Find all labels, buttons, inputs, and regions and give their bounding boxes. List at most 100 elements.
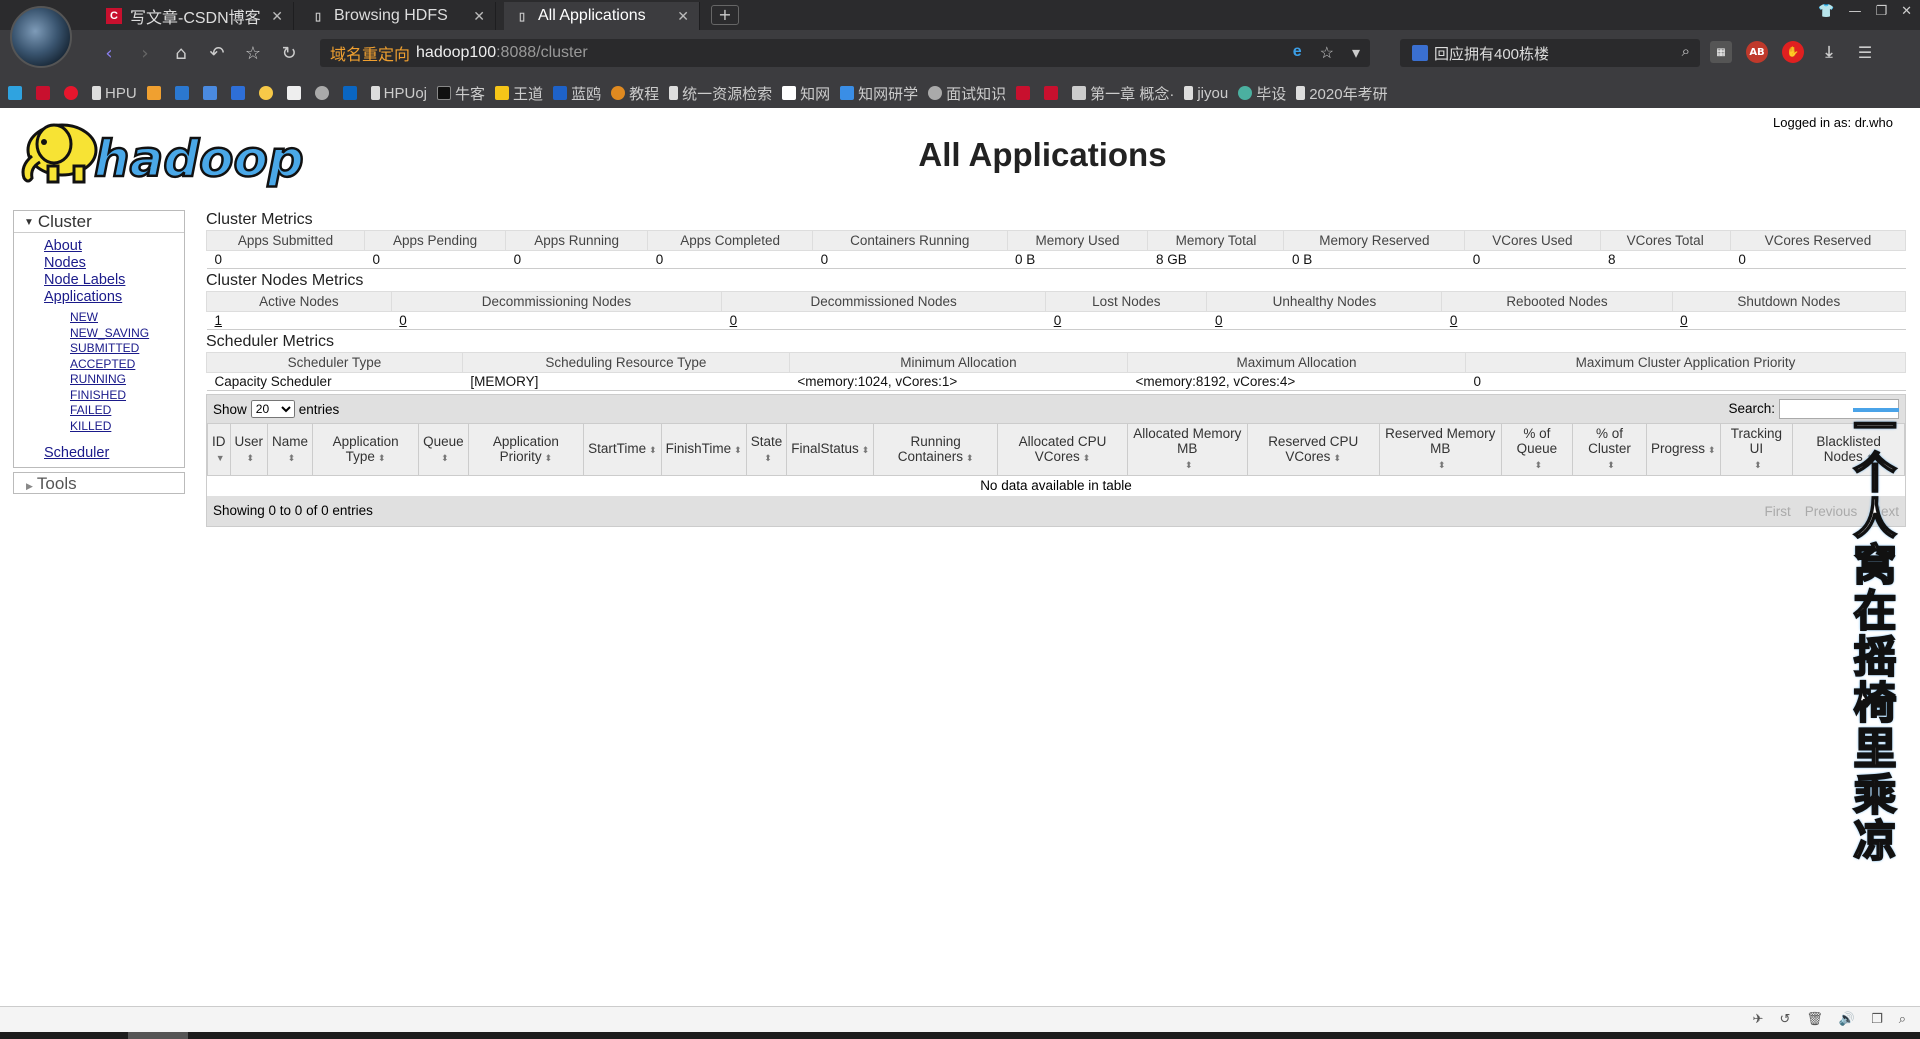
col-header-application-type[interactable]: Application Type ⬍ bbox=[312, 423, 420, 476]
adblock-icon[interactable]: AB bbox=[1746, 41, 1768, 63]
close-window-icon[interactable]: ✕ bbox=[1901, 4, 1912, 19]
col-header-reserved-memory[interactable]: Reserved Memory MB ⬍ bbox=[1378, 423, 1502, 476]
col-header-finishtime[interactable]: FinishTime ⬍ bbox=[660, 423, 747, 476]
pin-icon[interactable]: ✈ bbox=[1753, 1012, 1764, 1027]
nav-link-submitted[interactable]: SUBMITTED bbox=[70, 341, 184, 357]
bookmark-translate-icon[interactable] bbox=[202, 86, 221, 100]
new-tab-button[interactable]: + bbox=[711, 5, 739, 25]
bookmark-wangdao[interactable]: 王道 bbox=[495, 83, 543, 104]
col-header-state[interactable]: State ⬍ bbox=[745, 423, 788, 476]
col-header-running-containers[interactable]: Running Containers ⬍ bbox=[873, 423, 998, 476]
bookmark-kaoyan[interactable]: 2020年考研 bbox=[1296, 83, 1388, 104]
bookmark-hpu[interactable]: HPU bbox=[92, 85, 137, 102]
trash-icon[interactable]: 🗑 bbox=[1806, 1012, 1823, 1027]
col-header-starttime[interactable]: StartTime ⬍ bbox=[583, 423, 662, 476]
bookmark-chart-icon[interactable] bbox=[146, 86, 165, 100]
bookmark-box-icon[interactable] bbox=[174, 86, 193, 100]
bookmark-chapter1[interactable]: 第一章 概念· bbox=[1072, 83, 1174, 104]
bookmark-yi-icon[interactable] bbox=[230, 86, 249, 100]
address-bar[interactable]: 域名重定向 hadoop100 :8088/cluster e ☆ ▾ bbox=[320, 39, 1370, 67]
bookmark-zhiwang[interactable]: 知网 bbox=[782, 83, 830, 104]
window-icon[interactable]: ❐ bbox=[1871, 1012, 1883, 1027]
bookmark-mianshi[interactable]: 面试知识 bbox=[928, 83, 1006, 104]
history-icon[interactable]: ↺ bbox=[1779, 1012, 1790, 1027]
col-header-name[interactable]: Name ⬍ bbox=[267, 423, 314, 476]
bookmark-github-icon[interactable] bbox=[314, 86, 333, 100]
cluster-section-header[interactable]: ▼ Cluster bbox=[14, 211, 184, 233]
close-icon[interactable]: ✕ bbox=[271, 8, 283, 25]
nav-link-finished[interactable]: FINISHED bbox=[70, 388, 184, 404]
nav-link-running[interactable]: RUNNING bbox=[70, 372, 184, 388]
pager-previous-button[interactable]: Previous bbox=[1805, 504, 1858, 519]
reload-icon[interactable]: ↻ bbox=[276, 40, 302, 66]
unhealthy-nodes-link[interactable]: 0 bbox=[1215, 313, 1223, 328]
bookmark-hpuoj[interactable]: HPUoj bbox=[370, 85, 427, 102]
skin-icon[interactable]: 👕 bbox=[1818, 4, 1834, 19]
apps-grid-icon[interactable]: ▦ bbox=[1710, 41, 1732, 63]
rebooted-nodes-link[interactable]: 0 bbox=[1450, 313, 1458, 328]
nav-link-scheduler[interactable]: Scheduler bbox=[44, 445, 109, 461]
hand-icon[interactable]: ✋ bbox=[1782, 41, 1804, 63]
active-nodes-link[interactable]: 1 bbox=[215, 313, 223, 328]
col-header-queue[interactable]: Queue ⬍ bbox=[418, 423, 469, 476]
col-header-progress[interactable]: Progress ⬍ bbox=[1645, 423, 1721, 476]
col-header-user[interactable]: User ⬍ bbox=[229, 423, 269, 476]
bookmark-face-icon[interactable] bbox=[258, 86, 277, 100]
nav-link-failed[interactable]: FAILED bbox=[70, 403, 184, 419]
browser-logo-icon[interactable] bbox=[10, 6, 72, 68]
dropdown-icon[interactable]: ▾ bbox=[1352, 43, 1360, 63]
bookmark-tongyi[interactable]: 统一资源检索 bbox=[669, 83, 772, 104]
home-icon[interactable]: ⌂ bbox=[168, 40, 194, 66]
maximize-icon[interactable]: ❐ bbox=[1875, 4, 1887, 19]
col-header-tracking-ui[interactable]: Tracking UI ⬍ bbox=[1719, 423, 1794, 476]
bookmark-jiaocheng[interactable]: 教程 bbox=[611, 83, 659, 104]
forward-icon[interactable]: › bbox=[132, 40, 158, 66]
pager-first-button[interactable]: First bbox=[1764, 504, 1790, 519]
bookmark-v-icon[interactable] bbox=[286, 86, 305, 100]
nav-link-about[interactable]: About bbox=[44, 238, 184, 255]
nav-link-accepted[interactable]: ACCEPTED bbox=[70, 357, 184, 373]
nav-link-killed[interactable]: KILLED bbox=[70, 419, 184, 435]
bookmark-lanou[interactable]: 蓝鸥 bbox=[553, 83, 601, 104]
speaker-icon[interactable]: 🔊 bbox=[1839, 1012, 1855, 1027]
nav-link-nodes[interactable]: Nodes bbox=[44, 255, 184, 272]
browser-search-bar[interactable]: 回应拥有400栋楼 ⌕ bbox=[1400, 39, 1700, 67]
bookmark-niuke[interactable]: 牛客 bbox=[437, 83, 485, 104]
bookmark-weibo-icon[interactable] bbox=[64, 86, 82, 100]
lost-nodes-link[interactable]: 0 bbox=[1054, 313, 1062, 328]
col-header-reserved-cpu[interactable]: Reserved CPU VCores ⬍ bbox=[1246, 423, 1380, 476]
taskbar-active-item[interactable] bbox=[128, 1032, 188, 1039]
bookmark-bishe[interactable]: 毕设 bbox=[1238, 83, 1286, 104]
shutdown-nodes-link[interactable]: 0 bbox=[1680, 313, 1688, 328]
col-header-application-priority[interactable]: Application Priority ⬍ bbox=[467, 423, 585, 476]
minimize-icon[interactable]: — bbox=[1848, 4, 1861, 19]
bookmark-zhihu-icon[interactable] bbox=[342, 86, 361, 100]
tools-section-header[interactable]: ▶ Tools bbox=[13, 472, 185, 494]
nav-link-new[interactable]: NEW bbox=[70, 310, 184, 326]
close-icon[interactable]: ✕ bbox=[473, 8, 485, 25]
col-header-pct-cluster[interactable]: % of Cluster ⬍ bbox=[1572, 423, 1647, 476]
nav-link-applications[interactable]: Applications bbox=[44, 289, 184, 306]
bookmark-csdn-icon[interactable] bbox=[36, 86, 54, 100]
col-header-finalstatus[interactable]: FinalStatus ⬍ bbox=[786, 423, 875, 476]
zoom-icon[interactable]: ⌕ bbox=[1899, 1012, 1906, 1027]
undo-icon[interactable]: ↶ bbox=[204, 40, 230, 66]
bookmark-tv-icon[interactable] bbox=[8, 86, 26, 100]
col-header-allocated-memory[interactable]: Allocated Memory MB ⬍ bbox=[1127, 423, 1248, 476]
nav-link-new-saving[interactable]: NEW_SAVING bbox=[70, 326, 184, 342]
decommissioning-nodes-link[interactable]: 0 bbox=[399, 313, 407, 328]
decommissioned-nodes-link[interactable]: 0 bbox=[730, 313, 738, 328]
star-icon[interactable]: ☆ bbox=[240, 40, 266, 66]
entries-select[interactable]: 20 bbox=[250, 400, 295, 418]
col-header-allocated-cpu[interactable]: Allocated CPU VCores ⬍ bbox=[996, 423, 1129, 476]
tab-browsing-hdfs[interactable]: ▯ Browsing HDFS ✕ bbox=[300, 2, 496, 30]
ie-mode-icon[interactable]: e bbox=[1293, 43, 1302, 63]
col-header-pct-queue[interactable]: % of Queue ⬍ bbox=[1500, 423, 1574, 476]
tab-csdn[interactable]: C 写文章-CSDN博客 ✕ bbox=[96, 2, 294, 30]
nav-link-node-labels[interactable]: Node Labels bbox=[44, 272, 184, 289]
tab-all-applications[interactable]: ▯ All Applications ✕ bbox=[504, 2, 700, 30]
download-icon[interactable]: ⤓ bbox=[1818, 41, 1840, 63]
search-icon[interactable]: ⌕ bbox=[1682, 43, 1690, 60]
bookmark-star-icon[interactable]: ☆ bbox=[1320, 43, 1334, 63]
back-icon[interactable]: ‹ bbox=[96, 40, 122, 66]
